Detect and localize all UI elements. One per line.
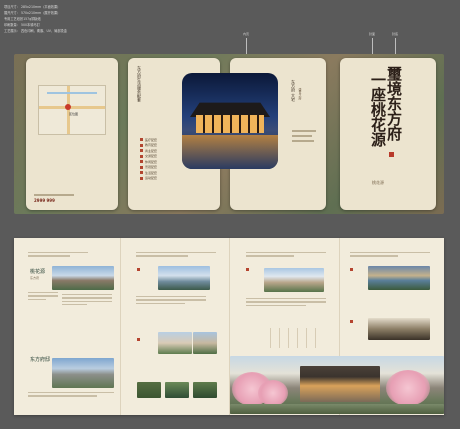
- bullet-icon: [140, 160, 143, 163]
- text-block: [136, 252, 216, 259]
- callout-back: 封底: [392, 32, 399, 36]
- blossom-tree: [258, 380, 288, 406]
- cover-brand: 桃花源: [372, 180, 384, 185]
- text-block: [28, 392, 114, 399]
- map-label: 区位图: [69, 112, 79, 116]
- entrance-building: [300, 366, 380, 402]
- list-item: 生活配套: [145, 170, 158, 175]
- text-line: [292, 130, 316, 132]
- bullet-icon: [140, 154, 143, 158]
- text-line: [292, 140, 314, 142]
- panel3-caption: 东方府 大宅: [291, 80, 296, 102]
- spread-subtitle: 东方府: [30, 276, 40, 280]
- spread-photo: [193, 382, 217, 398]
- photo-columns: [196, 115, 264, 133]
- blossom-tree: [386, 370, 430, 406]
- map-pin-icon: [65, 104, 71, 110]
- list-item: 教育配套: [145, 143, 158, 147]
- location-map: 区位图: [38, 85, 106, 135]
- bullet-icon: [140, 138, 143, 141]
- bullet-icon: [140, 165, 143, 169]
- photo-pool: [182, 135, 278, 169]
- map-road: [39, 106, 105, 109]
- bullet-icon: [140, 176, 143, 180]
- callout-inner: 内页: [243, 32, 250, 36]
- map-river: [47, 92, 97, 94]
- bullet-icon: [140, 143, 143, 147]
- text-block: [350, 252, 430, 259]
- text-block: [28, 252, 88, 259]
- list-item: 医疗配套: [145, 137, 158, 142]
- spec-line: 工艺展示： 四色印刷、覆膜、UV、局部烫金: [4, 29, 67, 33]
- text-line: [34, 194, 74, 196]
- list-item: 交通配套: [145, 154, 158, 158]
- panel2-heading: 东方府生活服务配套: [137, 66, 142, 102]
- panel3-subcaption: 盛世之府: [298, 88, 302, 100]
- spread-title2: 东方府邸: [30, 357, 51, 363]
- marker-icon: [137, 268, 140, 271]
- seal-icon: [389, 152, 394, 157]
- spread-photo: [158, 266, 210, 290]
- marker-icon: [350, 268, 353, 271]
- list-item: 休闲配套: [145, 159, 158, 164]
- text-block: [246, 252, 326, 259]
- spread-photo: [264, 268, 324, 292]
- marker-icon: [350, 320, 353, 323]
- cover-title-line1: 璽境东方府: [385, 66, 403, 141]
- bullet-icon: [140, 171, 143, 174]
- spread-photo: [52, 358, 114, 388]
- bullet-icon: [140, 149, 143, 152]
- text-block: [246, 298, 326, 308]
- list-item: 商业配套: [145, 148, 158, 153]
- facility-list: 医疗配套 教育配套 商业配套 交通配套 休闲配套 景观配套 生活配套 运动配套: [140, 138, 180, 182]
- list-item: 运动配套: [145, 176, 158, 180]
- hotline: 2999 999: [34, 198, 55, 203]
- spread-photo: [158, 332, 192, 354]
- spread-title: 桃花源: [30, 269, 46, 275]
- spread-photo: [52, 266, 114, 290]
- page-divider: [120, 238, 121, 415]
- text-block: [136, 296, 206, 306]
- list-item: 景观配套: [145, 165, 158, 169]
- spread-photo: [165, 382, 189, 398]
- marker-icon: [137, 338, 140, 341]
- night-building-photo: [182, 73, 278, 169]
- callout-cover: 封面: [369, 32, 376, 36]
- spread-photo: [368, 318, 430, 340]
- text-line: [292, 135, 312, 137]
- floor-plan-grid: [262, 328, 324, 348]
- ground-strip: [230, 404, 444, 414]
- spread-photo: [368, 266, 430, 290]
- text-block: [28, 292, 58, 302]
- marker-icon: [246, 268, 249, 271]
- spec-block: 项目尺寸： 285x210mm（平面效果） 展开尺寸： 570x210mm（展开…: [4, 4, 67, 34]
- spread-photo: [137, 382, 161, 398]
- spread-photo: [193, 332, 217, 354]
- cover-title-line2: 一座桃花源: [369, 72, 387, 147]
- text-block: [62, 294, 112, 307]
